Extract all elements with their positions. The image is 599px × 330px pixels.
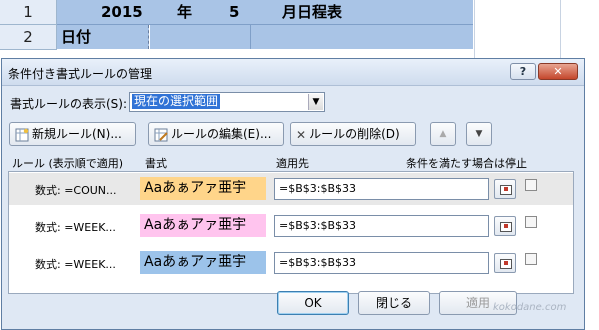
close-button[interactable]: 閉じる — [358, 291, 430, 315]
grid-line — [474, 0, 475, 60]
dialog-title: 条件付き書式ルールの管理 — [8, 67, 153, 81]
applies-to-field[interactable]: =$B$3:$B$33 — [274, 215, 489, 237]
rule-formula: 数式: =COUN... — [35, 184, 117, 197]
conditional-format-dialog: 条件付き書式ルールの管理 ? ✕ 書式ルールの表示(S): 現在の選択範囲 ▼ … — [1, 58, 585, 330]
col-header-rule: ルール (表示順で適用) — [12, 157, 124, 170]
format-preview: Aaあぁアァ亜宇 — [140, 177, 266, 200]
stop-if-true-checkbox[interactable] — [525, 216, 537, 228]
range-picker-icon[interactable] — [494, 253, 516, 273]
col-header-format: 書式 — [145, 157, 167, 170]
help-button[interactable]: ? — [510, 63, 536, 80]
cell-c2[interactable] — [251, 25, 473, 49]
rule-formula: 数式: =WEEK... — [35, 258, 116, 271]
new-rule-label: 新規ルール(N)... — [32, 127, 122, 141]
rule-row[interactable]: 数式: =WEEK... Aaあぁアァ亜宇 =$B$3:$B$33 — [9, 247, 573, 279]
cell-b2[interactable] — [150, 25, 251, 49]
edit-rule-label: ルールの編集(E)... — [171, 127, 272, 141]
chevron-down-icon[interactable]: ▼ — [308, 94, 323, 110]
title-suffix: 月日程表 — [282, 3, 343, 21]
col-header-applies: 適用先 — [276, 157, 309, 170]
triangle-up-icon: ▲ — [439, 129, 447, 139]
range-picker-icon[interactable] — [494, 216, 516, 236]
rule-row[interactable]: 数式: =COUN... Aaあぁアァ亜宇 =$B$3:$B$33 — [9, 173, 573, 205]
show-rules-select[interactable]: 現在の選択範囲 ▼ — [129, 92, 325, 112]
row-header-2[interactable]: 2 — [0, 25, 57, 50]
format-preview: Aaあぁアァ亜宇 — [140, 214, 266, 237]
delete-x-icon: ✕ — [296, 127, 307, 142]
format-preview: Aaあぁアァ亜宇 — [140, 251, 266, 274]
move-down-button[interactable]: ▼ — [466, 122, 492, 146]
stop-if-true-checkbox[interactable] — [525, 253, 537, 265]
rule-row[interactable]: 数式: =WEEK... Aaあぁアァ亜宇 =$B$3:$B$33 — [9, 210, 573, 242]
delete-rule-button[interactable]: ✕ ルールの削除(D) — [290, 122, 416, 146]
stop-if-true-checkbox[interactable] — [525, 179, 537, 191]
ok-button[interactable]: OK — [277, 291, 349, 315]
title-year-unit: 年 — [177, 3, 193, 21]
date-header-cell[interactable]: 日付 — [57, 25, 149, 49]
applies-to-field[interactable]: =$B$3:$B$33 — [274, 178, 489, 200]
dialog-titlebar[interactable]: 条件付き書式ルールの管理 ? ✕ — [2, 59, 584, 86]
show-rules-value: 現在の選択範囲 — [132, 94, 221, 109]
row-header-1[interactable]: 1 — [0, 0, 57, 25]
spreadsheet-area: 1 2 2015 年 5 月日程表 日付 — [0, 0, 599, 60]
move-up-button[interactable]: ▲ — [430, 122, 456, 146]
title-cell[interactable]: 2015 年 5 月日程表 — [57, 0, 473, 25]
rule-formula: 数式: =WEEK... — [35, 221, 116, 234]
new-rule-button[interactable]: 新規ルール(N)... — [9, 122, 136, 146]
close-icon[interactable]: ✕ — [538, 63, 578, 80]
new-rule-icon — [15, 128, 29, 141]
applies-to-field[interactable]: =$B$3:$B$33 — [274, 252, 489, 274]
grid-line — [560, 0, 561, 60]
show-rules-label: 書式ルールの表示(S): — [10, 97, 128, 111]
edit-rule-icon — [154, 128, 168, 141]
range-picker-icon[interactable] — [494, 179, 516, 199]
rules-list[interactable]: 数式: =COUN... Aaあぁアァ亜宇 =$B$3:$B$33 数式: =W… — [8, 171, 574, 294]
title-month: 5 — [229, 3, 240, 21]
col-header-stop: 条件を満たす場合は停止 — [406, 157, 527, 170]
delete-rule-label: ルールの削除(D) — [309, 127, 400, 141]
triangle-down-icon: ▼ — [475, 129, 483, 139]
title-year: 2015 — [101, 3, 143, 21]
watermark: kokodane.com — [493, 302, 567, 313]
edit-rule-button[interactable]: ルールの編集(E)... — [148, 122, 284, 146]
